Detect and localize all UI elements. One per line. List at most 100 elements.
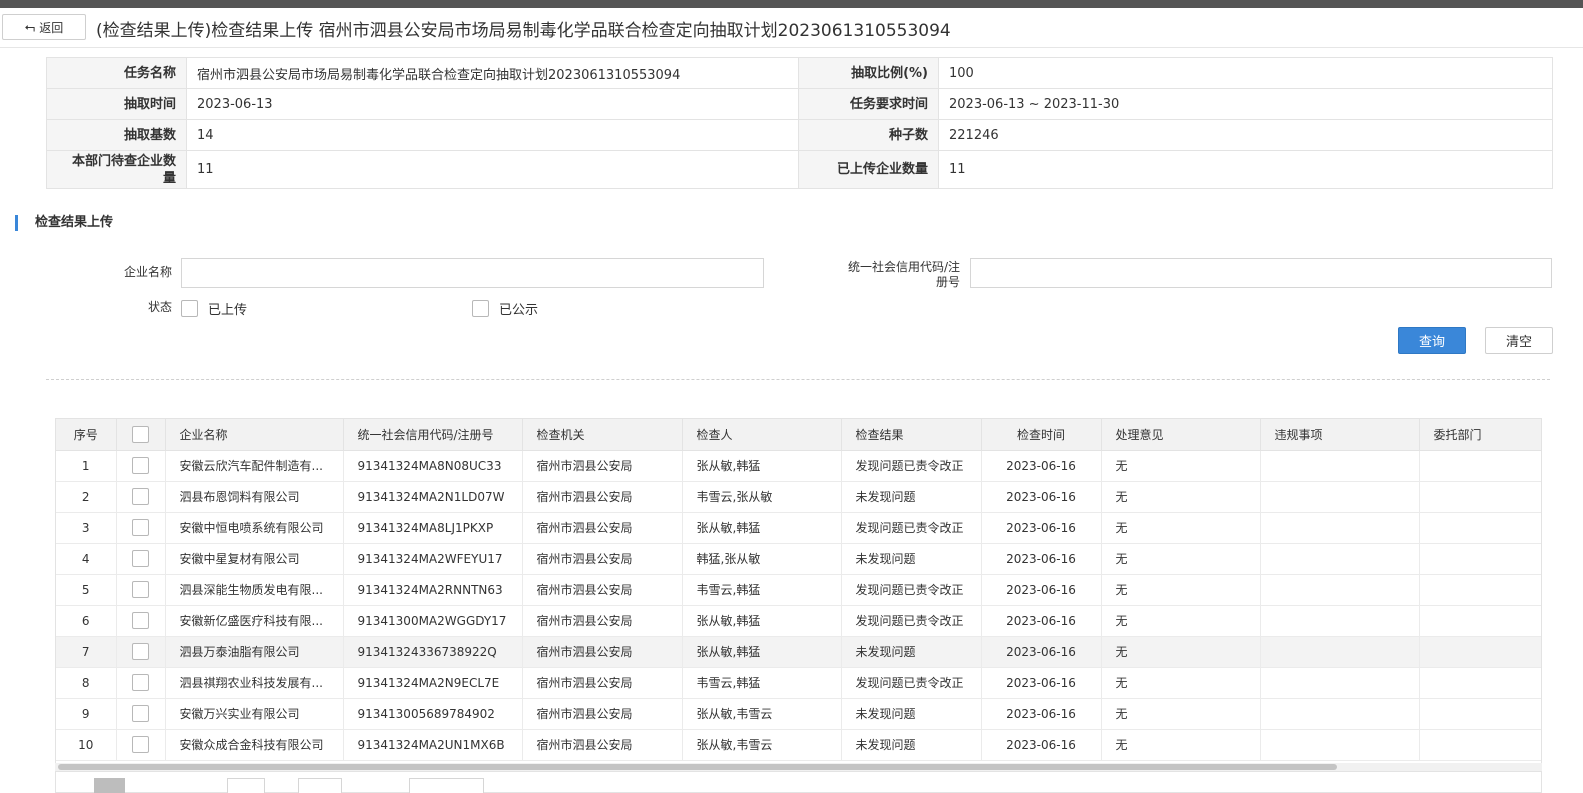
- row-time: 2023-06-16: [981, 698, 1102, 730]
- row-select-cell: [116, 636, 166, 668]
- col-header-time: 检查时间: [981, 419, 1102, 451]
- row-code: 91341300MA2WGGDY17: [343, 605, 523, 637]
- credit-code-label: 统一社会信用代码/注 册号: [800, 260, 960, 290]
- row-org: 宿州市泗县公安局: [522, 636, 683, 668]
- table-row[interactable]: 10 安徽众成合金科技有限公司 91341324MA2UN1MX6B 宿州市泗县…: [56, 729, 1541, 761]
- table-row[interactable]: 8 泗县祺翔农业科技发展有... 91341324MA2N9ECL7E 宿州市泗…: [56, 667, 1541, 699]
- credit-code-input[interactable]: [970, 258, 1552, 288]
- extract-time-value: 2023-06-13: [186, 88, 799, 120]
- row-violation: [1260, 481, 1420, 513]
- select-all-checkbox[interactable]: [132, 425, 149, 443]
- pager-control[interactable]: [409, 778, 484, 793]
- task-name-value: 宿州市泗县公安局市场局易制毒化学品联合检查定向抽取计划2023061310553…: [186, 57, 799, 89]
- row-dept: [1419, 481, 1541, 513]
- row-violation: [1260, 636, 1420, 668]
- row-code: 913413005689784902: [343, 698, 523, 730]
- table-row[interactable]: 2 泗县布恩饲料有限公司 91341324MA2N1LD07W 宿州市泗县公安局…: [56, 481, 1541, 513]
- row-result: 发现问题已责令改正: [841, 574, 982, 606]
- row-dept: [1419, 574, 1541, 606]
- query-button[interactable]: 查询: [1398, 327, 1466, 354]
- row-no: 10: [56, 729, 117, 761]
- row-inspector: 张从敏,韦雪云: [682, 698, 842, 730]
- company-name-input[interactable]: [181, 258, 764, 288]
- row-opinion: 无: [1101, 729, 1261, 761]
- status-published-checkbox[interactable]: [472, 300, 489, 317]
- table-row[interactable]: 1 安徽云欣汽车配件制造有... 91341324MA8N08UC33 宿州市泗…: [56, 450, 1541, 482]
- ratio-label: 抽取比例(%): [798, 57, 939, 89]
- page-title: (检查结果上传)检查结果上传 宿州市泗县公安局市场局易制毒化学品联合检查定向抽取…: [96, 21, 951, 41]
- page-header: ⮢ 返回 (检查结果上传)检查结果上传 宿州市泗县公安局市场局易制毒化学品联合检…: [0, 8, 1583, 48]
- table-row[interactable]: 3 安徽中恒电喷系统有限公司 91341324MA8LJ1PKXP 宿州市泗县公…: [56, 512, 1541, 544]
- table-row[interactable]: 5 泗县深能生物质发电有限... 91341324MA2RNNTN63 宿州市泗…: [56, 574, 1541, 606]
- row-org: 宿州市泗县公安局: [522, 729, 683, 761]
- pager-control[interactable]: [227, 778, 265, 793]
- row-dept: [1419, 543, 1541, 575]
- required-time-label: 任务要求时间: [798, 88, 939, 120]
- row-result: 未发现问题: [841, 698, 982, 730]
- company-name-label: 企业名称: [123, 265, 172, 279]
- table-row[interactable]: 4 安徽中星复材有限公司 91341324MA2WFEYU17 宿州市泗县公安局…: [56, 543, 1541, 575]
- row-violation: [1260, 574, 1420, 606]
- divider: [46, 379, 1550, 380]
- row-checkbox[interactable]: [132, 488, 149, 505]
- row-checkbox[interactable]: [132, 705, 149, 722]
- row-inspector: 韦雪云,韩猛: [682, 667, 842, 699]
- row-checkbox[interactable]: [132, 550, 149, 567]
- credit-code-label-line2: 册号: [935, 275, 960, 289]
- pager-current-page[interactable]: [94, 778, 125, 793]
- back-button[interactable]: ⮢ 返回: [2, 14, 86, 40]
- row-dept: [1419, 512, 1541, 544]
- base-count-value: 14: [186, 119, 799, 151]
- row-result: 发现问题已责令改正: [841, 667, 982, 699]
- row-result: 发现问题已责令改正: [841, 605, 982, 637]
- row-checkbox[interactable]: [132, 612, 149, 629]
- row-time: 2023-06-16: [981, 512, 1102, 544]
- row-inspector: 张从敏,韩猛: [682, 636, 842, 668]
- row-checkbox[interactable]: [132, 581, 149, 598]
- pending-value: 11: [186, 150, 799, 189]
- table-row[interactable]: 6 安徽新亿盛医疗科技有限... 91341300MA2WGGDY17 宿州市泗…: [56, 605, 1541, 637]
- row-checkbox[interactable]: [132, 674, 149, 691]
- col-header-opinion: 处理意见: [1101, 419, 1261, 451]
- row-result: 未发现问题: [841, 543, 982, 575]
- row-result: 发现问题已责令改正: [841, 512, 982, 544]
- row-checkbox[interactable]: [132, 519, 149, 536]
- row-opinion: 无: [1101, 450, 1261, 482]
- row-company: 泗县万泰油脂有限公司: [165, 636, 344, 668]
- row-org: 宿州市泗县公安局: [522, 450, 683, 482]
- row-org: 宿州市泗县公安局: [522, 512, 683, 544]
- row-no: 5: [56, 574, 117, 606]
- status-uploaded-option[interactable]: 已上传: [181, 299, 247, 318]
- row-opinion: 无: [1101, 698, 1261, 730]
- table-row[interactable]: 9 安徽万兴实业有限公司 913413005689784902 宿州市泗县公安局…: [56, 698, 1541, 730]
- table-row[interactable]: 7 泗县万泰油脂有限公司 91341324336738922Q 宿州市泗县公安局…: [56, 636, 1541, 668]
- row-checkbox[interactable]: [132, 736, 149, 753]
- row-code: 91341324MA2UN1MX6B: [343, 729, 523, 761]
- row-company: 泗县祺翔农业科技发展有...: [165, 667, 344, 699]
- row-result: 未发现问题: [841, 636, 982, 668]
- pager-control[interactable]: [298, 778, 342, 793]
- row-company: 安徽众成合金科技有限公司: [165, 729, 344, 761]
- task-info-table: 任务名称 宿州市泗县公安局市场局易制毒化学品联合检查定向抽取计划20230613…: [46, 57, 1553, 189]
- status-published-option[interactable]: 已公示: [472, 299, 538, 318]
- row-org: 宿州市泗县公安局: [522, 574, 683, 606]
- row-no: 6: [56, 605, 117, 637]
- row-checkbox[interactable]: [132, 643, 149, 660]
- table-header-row: 序号 企业名称 统一社会信用代码/注册号 检查机关 检查人 检查结果 检查时间 …: [56, 419, 1541, 451]
- status-uploaded-checkbox[interactable]: [181, 300, 198, 317]
- row-inspector: 张从敏,韦雪云: [682, 729, 842, 761]
- clear-button[interactable]: 清空: [1485, 327, 1553, 354]
- row-time: 2023-06-16: [981, 574, 1102, 606]
- row-inspector: 韩猛,张从敏: [682, 543, 842, 575]
- back-arrow-icon: ⮢: [24, 19, 36, 35]
- ratio-value: 100: [938, 57, 1553, 89]
- row-company: 安徽新亿盛医疗科技有限...: [165, 605, 344, 637]
- row-dept: [1419, 605, 1541, 637]
- row-opinion: 无: [1101, 574, 1261, 606]
- row-select-cell: [116, 667, 166, 699]
- extract-time-label: 抽取时间: [46, 88, 187, 120]
- horizontal-scrollbar-thumb[interactable]: [58, 764, 1337, 770]
- row-checkbox[interactable]: [132, 457, 149, 474]
- row-inspector: 韦雪云,韩猛: [682, 574, 842, 606]
- results-table: 序号 企业名称 统一社会信用代码/注册号 检查机关 检查人 检查结果 检查时间 …: [55, 418, 1542, 793]
